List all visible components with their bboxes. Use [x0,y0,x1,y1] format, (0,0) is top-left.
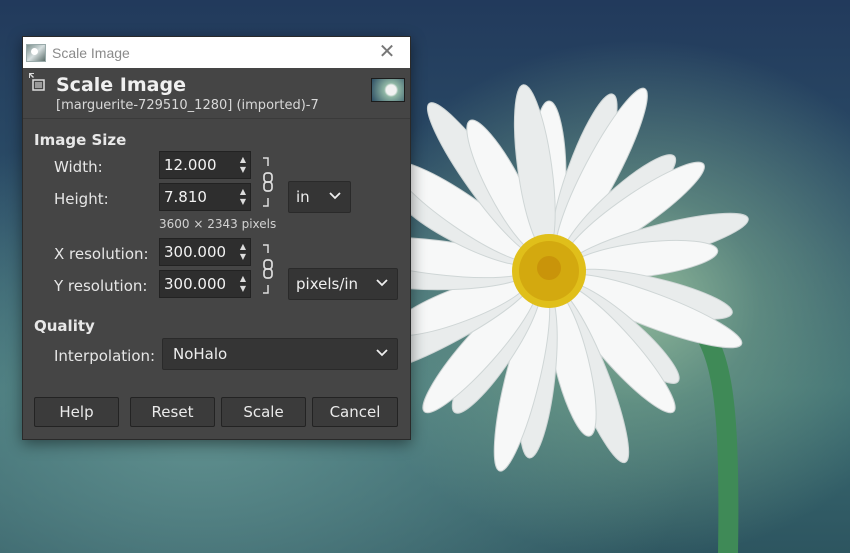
width-value[interactable]: 12.000 [160,156,236,174]
y-resolution-stepper[interactable]: ▲ ▼ [236,271,250,297]
chevron-down-icon [376,349,388,357]
scale-image-icon [29,73,45,91]
width-stepper[interactable]: ▲ ▼ [236,152,250,178]
dialog-header: Scale Image [marguerite-729510_1280] (im… [23,68,410,118]
height-label: Height: [54,190,109,208]
image-name: [marguerite-729510_1280] (imported)-7 [56,98,319,113]
quality-heading: Quality [34,317,95,335]
resolution-unit-dropdown[interactable]: pixels/in [288,268,398,300]
y-resolution-spinbox[interactable]: 300.000 ▲ ▼ [159,270,251,298]
window-title: Scale Image [52,44,130,61]
size-unit-dropdown[interactable]: in [288,181,351,213]
image-thumbnail [371,78,405,102]
close-icon[interactable]: ✕ [376,41,398,63]
reset-button[interactable]: Reset [130,397,215,427]
gimp-image-icon [26,43,46,62]
scale-button[interactable]: Scale [221,397,306,427]
size-unit-value: in [296,188,310,206]
pixel-dimensions: 3600 × 2343 pixels [159,217,277,231]
image-size-heading: Image Size [34,131,127,149]
chevron-down-icon [376,279,388,287]
interpolation-value: NoHalo [173,345,228,363]
interpolation-dropdown[interactable]: NoHalo [162,338,398,370]
chevron-down-icon [329,192,341,200]
header-separator [23,118,410,119]
y-resolution-label: Y resolution: [54,277,148,295]
width-label: Width: [54,158,103,176]
scale-image-dialog: Scale Image ✕ Scale Image [marguerite-72… [22,36,411,440]
height-spinbox[interactable]: 7.810 ▲ ▼ [159,183,251,211]
chain-link-icon[interactable] [259,243,275,295]
x-resolution-stepper[interactable]: ▲ ▼ [236,239,250,265]
x-resolution-value[interactable]: 300.000 [160,243,236,261]
width-spinbox[interactable]: 12.000 ▲ ▼ [159,151,251,179]
title-bar[interactable]: Scale Image ✕ [23,37,410,68]
chain-link-icon[interactable] [259,156,275,208]
interpolation-label: Interpolation: [54,347,156,365]
x-resolution-spinbox[interactable]: 300.000 ▲ ▼ [159,238,251,266]
resolution-unit-value: pixels/in [296,275,359,293]
help-button[interactable]: Help [34,397,119,427]
daisy-stem [690,320,739,553]
height-value[interactable]: 7.810 [160,188,236,206]
x-resolution-label: X resolution: [54,245,149,263]
y-resolution-value[interactable]: 300.000 [160,275,236,293]
cancel-button[interactable]: Cancel [312,397,398,427]
dialog-title: Scale Image [56,74,186,96]
height-stepper[interactable]: ▲ ▼ [236,184,250,210]
